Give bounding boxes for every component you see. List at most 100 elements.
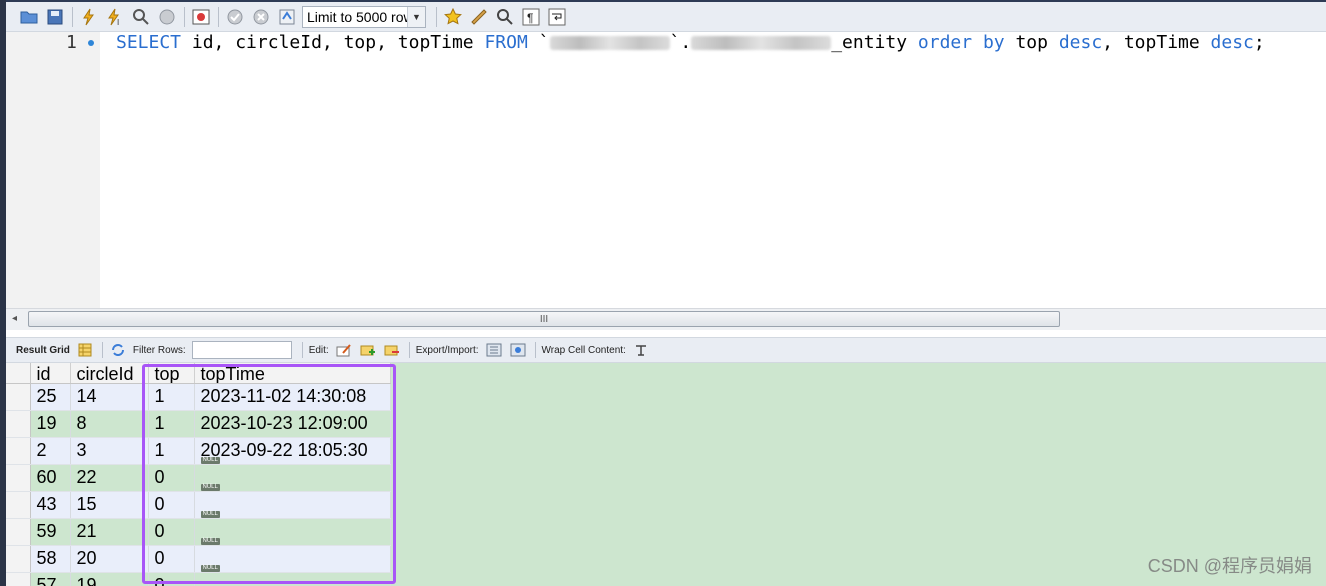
- cell-topTime[interactable]: 2023-10-23 12:09:00: [194, 410, 391, 438]
- sql-editor[interactable]: 1 SELECT id, circleId, top, topTime FROM…: [6, 32, 1326, 308]
- cell-top[interactable]: 1: [148, 437, 195, 465]
- explain-icon[interactable]: [130, 6, 152, 28]
- sql-terminator: ;: [1253, 32, 1265, 53]
- row-header[interactable]: [6, 410, 31, 438]
- cell-id[interactable]: 19: [30, 410, 71, 438]
- row-header[interactable]: [6, 545, 31, 573]
- stop-icon[interactable]: [156, 6, 178, 28]
- cell-circleId[interactable]: 22: [70, 464, 149, 492]
- scrollbar-thumb[interactable]: III: [28, 311, 1060, 327]
- delete-row-icon[interactable]: [383, 341, 401, 359]
- cell-topTime[interactable]: NULL: [194, 511, 391, 546]
- find-icon[interactable]: [494, 6, 516, 28]
- cell-id[interactable]: 57: [30, 572, 71, 586]
- table-row[interactable]: 60 22 0 NULL: [6, 457, 391, 492]
- table-row[interactable]: 43 15 0 NULL: [6, 484, 391, 519]
- limit-rows-select[interactable]: Limit to 5000 rows ▼: [302, 5, 426, 28]
- toggle-error-icon[interactable]: [190, 6, 212, 28]
- cell-id[interactable]: 2: [30, 437, 71, 465]
- sql-order-column-1: top: [1004, 32, 1059, 53]
- edit-row-icon[interactable]: [335, 341, 353, 359]
- cell-circleId[interactable]: 15: [70, 491, 149, 519]
- table-row[interactable]: 59 21 0 NULL: [6, 511, 391, 546]
- rollback-icon[interactable]: [250, 6, 272, 28]
- cell-topTime[interactable]: 2023-11-02 14:30:08: [194, 383, 391, 411]
- insert-row-icon[interactable]: [359, 341, 377, 359]
- sql-keyword-from: FROM: [484, 32, 528, 53]
- row-header[interactable]: [6, 491, 31, 519]
- execute-current-icon[interactable]: I: [104, 6, 126, 28]
- refresh-icon[interactable]: [109, 341, 127, 359]
- sql-code-line[interactable]: SELECT id, circleId, top, topTime FROM `…: [116, 32, 1265, 54]
- cell-top[interactable]: 0: [148, 464, 195, 492]
- beautify-icon[interactable]: [468, 6, 490, 28]
- svg-text:I: I: [117, 18, 119, 26]
- filter-rows-input[interactable]: [191, 341, 292, 359]
- gutter-margin: [100, 32, 114, 308]
- cell-circleId[interactable]: 20: [70, 545, 149, 573]
- cell-top[interactable]: 1: [148, 410, 195, 438]
- grid-view-icon[interactable]: [76, 341, 94, 359]
- cell-id[interactable]: 25: [30, 383, 71, 411]
- cell-id[interactable]: 58: [30, 545, 71, 573]
- row-header[interactable]: [6, 464, 31, 492]
- cell-circleId[interactable]: 21: [70, 518, 149, 546]
- commit-icon[interactable]: [224, 6, 246, 28]
- edit-label: Edit:: [308, 344, 329, 356]
- table-row[interactable]: 57 19 0 NULL: [6, 565, 391, 586]
- result-grid[interactable]: id circleId top topTime 25 14 1 2023-11-02 …: [6, 363, 1326, 586]
- save-icon[interactable]: [44, 6, 66, 28]
- cell-top[interactable]: 0: [148, 518, 195, 546]
- wrap-icon[interactable]: [546, 6, 568, 28]
- null-badge: NULL: [200, 484, 220, 491]
- cell-top[interactable]: 0: [148, 491, 195, 519]
- toolbar-separator: [534, 342, 536, 358]
- table-row[interactable]: 19 8 1 2023-10-23 12:09:00: [6, 410, 391, 438]
- table-row[interactable]: 2 3 1 2023-09-22 18:05:30: [6, 437, 391, 465]
- result-toolbar: Result Grid Filter Rows: Edit: Export/Im…: [6, 337, 1326, 363]
- editor-horizontal-scrollbar[interactable]: ◂ III: [6, 308, 1326, 330]
- cell-topTime[interactable]: NULL: [194, 484, 391, 519]
- scroll-left-arrow-icon[interactable]: ◂: [12, 313, 17, 324]
- statement-marker-icon: [88, 40, 94, 46]
- import-icon[interactable]: [509, 341, 527, 359]
- sql-backtick-close: `.: [669, 32, 692, 53]
- row-header[interactable]: [6, 437, 31, 465]
- wrap-cell-icon[interactable]: [632, 341, 650, 359]
- cell-top[interactable]: 0: [148, 545, 195, 573]
- cell-topTime[interactable]: NULL: [194, 457, 391, 492]
- invisible-chars-icon[interactable]: ¶: [520, 6, 542, 28]
- cell-circleId[interactable]: 14: [70, 383, 149, 411]
- cell-id[interactable]: 59: [30, 518, 71, 546]
- cell-circleId[interactable]: 3: [70, 437, 149, 465]
- export-icon[interactable]: [485, 341, 503, 359]
- table-row[interactable]: 58 20 0 NULL: [6, 538, 391, 573]
- row-header[interactable]: [6, 572, 31, 586]
- open-folder-icon[interactable]: [18, 6, 40, 28]
- bookmark-icon[interactable]: [442, 6, 464, 28]
- svg-text:¶: ¶: [527, 11, 533, 25]
- cell-top[interactable]: 1: [148, 383, 195, 411]
- row-header[interactable]: [6, 383, 31, 411]
- column-header-top[interactable]: top: [148, 363, 195, 384]
- cell-circleId[interactable]: 8: [70, 410, 149, 438]
- cell-top[interactable]: 0: [148, 572, 195, 586]
- result-grid-tab[interactable]: Result Grid: [16, 345, 70, 356]
- table-row[interactable]: 25 14 1 2023-11-02 14:30:08: [6, 383, 391, 411]
- cell-topTime[interactable]: NULL: [194, 565, 391, 586]
- cell-circleId[interactable]: 19: [70, 572, 149, 586]
- column-header-id[interactable]: id: [30, 363, 71, 384]
- chevron-down-icon[interactable]: ▼: [407, 6, 425, 27]
- cell-id[interactable]: 43: [30, 491, 71, 519]
- cell-topTime[interactable]: 2023-09-22 18:05:30: [194, 437, 391, 465]
- null-badge: NULL: [200, 511, 220, 518]
- column-header-circleId[interactable]: circleId: [70, 363, 149, 384]
- toolbar-separator: [101, 342, 103, 358]
- toolbar-separator: [436, 6, 437, 27]
- cell-topTime[interactable]: NULL: [194, 538, 391, 573]
- autocommit-icon[interactable]: [276, 6, 298, 28]
- cell-id[interactable]: 60: [30, 464, 71, 492]
- execute-icon[interactable]: [78, 6, 100, 28]
- row-header[interactable]: [6, 518, 31, 546]
- column-header-topTime[interactable]: topTime: [194, 363, 391, 384]
